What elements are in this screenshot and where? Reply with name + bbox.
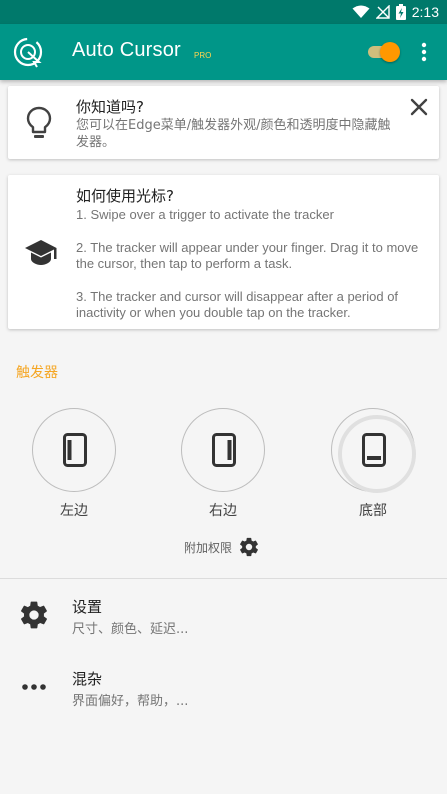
settings-title: 设置 bbox=[72, 598, 103, 616]
settings-item[interactable]: 设置 尺寸、颜色、延迟... bbox=[0, 584, 447, 648]
trigger-bottom-label: 底部 bbox=[359, 503, 387, 519]
wifi-icon bbox=[352, 5, 370, 18]
misc-subtitle: 界面偏好，帮助，... bbox=[72, 694, 189, 709]
howto-step-3: 3. The tracker and cursor will disappear… bbox=[76, 288, 399, 321]
howto-step-2: 2. The tracker will appear under your fi… bbox=[76, 239, 419, 272]
tip-body: 您可以在Edge菜单/触发器外观/颜色和透明度中隐藏触发器。 bbox=[76, 118, 391, 150]
trigger-right-button[interactable] bbox=[181, 408, 265, 492]
gear-icon bbox=[21, 601, 47, 629]
permissions-label: 附加权限 bbox=[184, 540, 233, 555]
overflow-menu-icon[interactable] bbox=[414, 40, 434, 64]
howto-title: 如何使用光标? bbox=[76, 187, 174, 205]
additional-permissions[interactable]: 附加权限 bbox=[184, 536, 260, 558]
toggle-thumb bbox=[380, 42, 400, 62]
trigger-left-label: 左边 bbox=[60, 503, 88, 519]
trigger-bottom-button[interactable] bbox=[331, 408, 416, 493]
gear-icon[interactable] bbox=[238, 536, 260, 558]
trigger-bottom[interactable]: 底部 bbox=[331, 408, 416, 520]
trigger-right[interactable]: 右边 bbox=[181, 408, 265, 520]
more-horizontal-icon bbox=[22, 684, 46, 690]
settings-subtitle: 尺寸、颜色、延迟... bbox=[72, 622, 189, 637]
phone-left-edge-icon bbox=[63, 433, 87, 467]
lightbulb-icon bbox=[26, 106, 52, 138]
howto-card: 如何使用光标? 1. Swipe over a trigger to activ… bbox=[8, 175, 439, 329]
howto-steps: 1. Swipe over a trigger to activate the … bbox=[76, 207, 432, 322]
service-toggle[interactable] bbox=[366, 41, 400, 63]
section-divider bbox=[0, 578, 447, 579]
signal-off-icon bbox=[375, 5, 390, 19]
app-bar: Auto Cursor PRO bbox=[0, 24, 447, 80]
graduation-cap-icon bbox=[25, 240, 57, 265]
trigger-left-button[interactable] bbox=[32, 408, 116, 492]
phone-right-edge-icon bbox=[212, 433, 236, 467]
tip-title: 你知道吗? bbox=[76, 98, 144, 116]
status-time: 2:13 bbox=[411, 4, 439, 20]
trigger-right-label: 右边 bbox=[209, 503, 237, 519]
triggers-header: 触发器 bbox=[16, 365, 58, 381]
battery-charging-icon bbox=[395, 4, 406, 20]
app-title: Auto Cursor bbox=[72, 39, 181, 61]
howto-step-1: 1. Swipe over a trigger to activate the … bbox=[76, 207, 334, 222]
pro-badge: PRO bbox=[194, 51, 212, 60]
tip-card: 你知道吗? 您可以在Edge菜单/触发器外观/颜色和透明度中隐藏触发器。 bbox=[8, 86, 439, 159]
trigger-left[interactable]: 左边 bbox=[32, 408, 116, 520]
close-icon[interactable] bbox=[408, 96, 430, 118]
misc-title: 混杂 bbox=[72, 670, 103, 688]
status-icons: 2:13 bbox=[352, 0, 439, 24]
phone-bottom-edge-icon bbox=[362, 433, 386, 467]
misc-item[interactable]: 混杂 界面偏好，帮助，... bbox=[0, 656, 447, 720]
app-logo-icon[interactable] bbox=[12, 36, 44, 68]
status-bar: 2:13 bbox=[0, 0, 447, 24]
